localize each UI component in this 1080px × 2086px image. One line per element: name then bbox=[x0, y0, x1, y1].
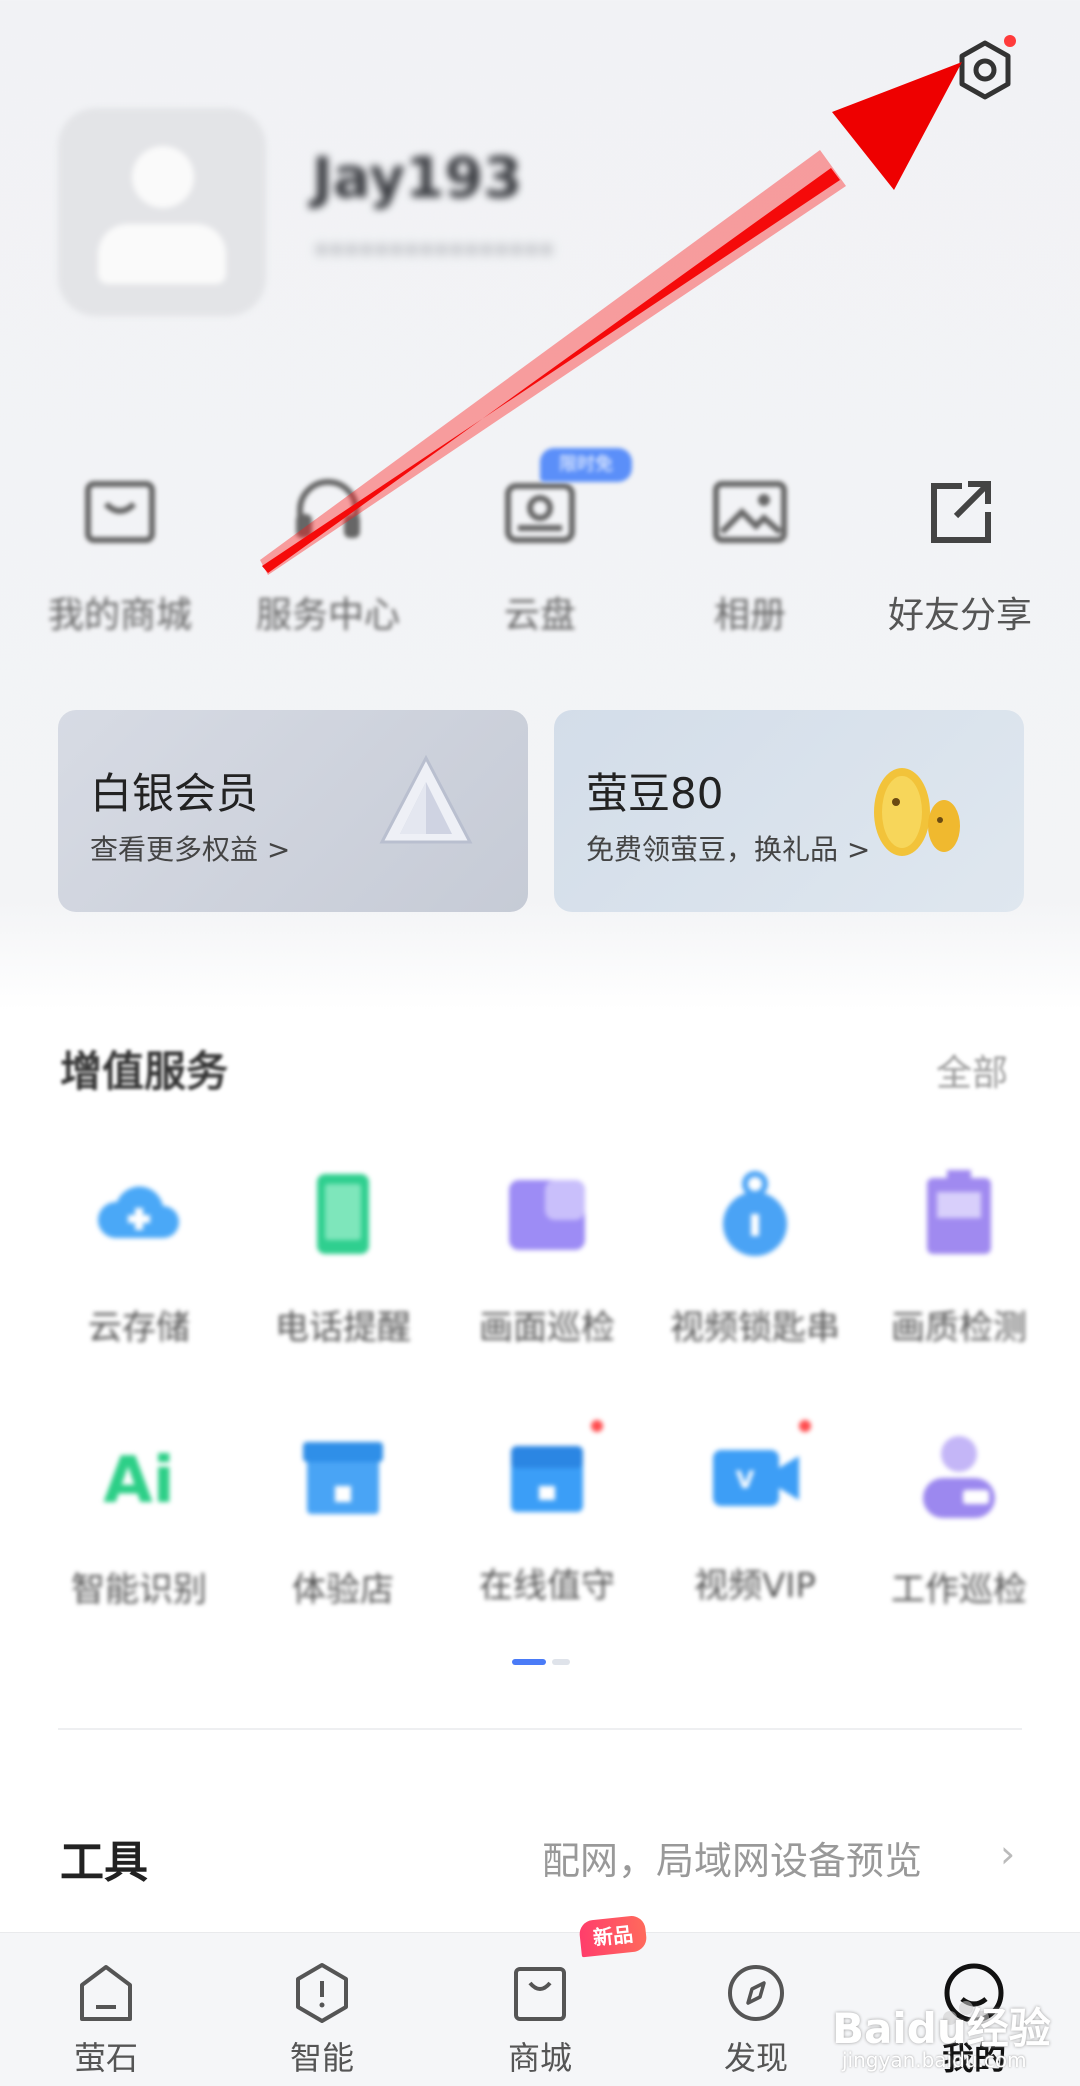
service-screen-check[interactable]: 画面巡检 bbox=[444, 1166, 650, 1349]
service-ai-recognition[interactable]: Ai 智能识别 bbox=[36, 1428, 242, 1611]
service-label: 工作巡检 bbox=[891, 1570, 1027, 1610]
promo-badge: 限时免 bbox=[540, 448, 632, 482]
quick-action-cloud-disk[interactable]: 云盘 bbox=[452, 470, 628, 638]
home-icon bbox=[80, 1965, 132, 2021]
tools-title[interactable]: 工具 bbox=[60, 1826, 148, 1890]
user-account: **************** bbox=[314, 238, 554, 273]
service-video-key[interactable]: 视频锁匙串 bbox=[652, 1166, 858, 1349]
tab-home[interactable]: 萤石 bbox=[36, 1961, 176, 2079]
shop-bag-icon bbox=[514, 1967, 566, 2021]
cloud-disk-icon bbox=[505, 483, 575, 543]
divider bbox=[58, 1728, 1022, 1730]
cloud-storage-icon bbox=[97, 1186, 179, 1238]
tab-shop[interactable]: 商城 bbox=[470, 1961, 610, 2079]
view-all-link[interactable]: 全部 bbox=[936, 1044, 1008, 1096]
service-cloud-storage[interactable]: 云存储 bbox=[36, 1166, 242, 1349]
service-label: 在线值守 bbox=[479, 1566, 615, 1606]
service-work-inspection[interactable]: 工作巡检 bbox=[856, 1428, 1062, 1611]
phone-icon bbox=[317, 1174, 369, 1254]
quick-action-share[interactable]: 好友分享 bbox=[872, 470, 1048, 638]
screen-check-icon bbox=[509, 1180, 585, 1250]
user-name[interactable]: Jay193 bbox=[312, 146, 522, 211]
smart-icon bbox=[296, 1963, 348, 2023]
watermark-url: jingyan.baidu.com bbox=[842, 2048, 1027, 2072]
online-guard-icon bbox=[499, 1420, 603, 1524]
notification-dot bbox=[1004, 35, 1016, 47]
member-card[interactable]: 白银会员 查看更多权益 > bbox=[58, 710, 528, 912]
settings-button[interactable] bbox=[950, 35, 1020, 105]
video-key-icon bbox=[723, 1171, 787, 1256]
quality-check-icon bbox=[927, 1170, 991, 1254]
service-label: 画面巡检 bbox=[479, 1308, 615, 1348]
tools-description[interactable]: 配网，局域网设备预览 bbox=[542, 1830, 922, 1885]
headset-icon bbox=[296, 479, 360, 538]
store-icon bbox=[303, 1442, 383, 1514]
service-quality-check[interactable]: 画质检测 bbox=[856, 1166, 1062, 1349]
album-icon bbox=[713, 481, 787, 543]
member-card-subtitle: 查看更多权益 > bbox=[90, 833, 291, 866]
mall-icon bbox=[85, 481, 155, 543]
share-icon bbox=[931, 481, 991, 543]
svg-text:V: V bbox=[736, 1466, 755, 1494]
tab-label: 发现 bbox=[723, 2039, 788, 2077]
new-product-badge: 新品 bbox=[578, 1914, 648, 1958]
quick-action-mall[interactable]: 我的商城 bbox=[32, 470, 208, 638]
service-experience-store[interactable]: 体验店 bbox=[240, 1428, 446, 1611]
member-card-title: 白银会员 bbox=[90, 769, 259, 818]
video-vip-icon: V bbox=[707, 1420, 811, 1524]
watermark-text: Baidu经验 bbox=[832, 2004, 1051, 2053]
svg-text:Ai: Ai bbox=[103, 1444, 174, 1518]
service-online-guard[interactable]: 在线值守 bbox=[444, 1420, 650, 1607]
tab-label: 商城 bbox=[507, 2039, 572, 2077]
work-inspect-icon bbox=[923, 1436, 995, 1518]
tab-label: 萤石 bbox=[73, 2039, 138, 2077]
chevron-right-icon[interactable]: › bbox=[1000, 1832, 1015, 1876]
tab-label: 智能 bbox=[289, 2039, 354, 2077]
quick-action-label: 我的商城 bbox=[47, 595, 192, 636]
compass-icon bbox=[728, 1965, 784, 2021]
beans-icon bbox=[874, 768, 960, 856]
service-label: 视频锁匙串 bbox=[670, 1308, 840, 1348]
beans-card-title: 萤豆80 bbox=[586, 769, 724, 818]
service-label: 画质检测 bbox=[891, 1308, 1027, 1348]
service-label: 云存储 bbox=[88, 1308, 190, 1348]
quick-action-service[interactable]: 服务中心 bbox=[240, 470, 416, 638]
ai-icon: Ai bbox=[103, 1444, 174, 1518]
service-label: 体验店 bbox=[292, 1570, 394, 1610]
quick-action-label: 服务中心 bbox=[255, 595, 400, 636]
service-label: 视频VIP bbox=[694, 1566, 816, 1606]
silver-triangle-icon bbox=[379, 754, 473, 844]
service-phone-reminder[interactable]: 电话提醒 bbox=[240, 1166, 446, 1349]
service-label: 智能识别 bbox=[71, 1570, 207, 1610]
quick-action-label: 好友分享 bbox=[887, 595, 1032, 636]
beans-card[interactable]: 萤豆80 免费领萤豆，换礼品 > bbox=[554, 710, 1024, 912]
avatar[interactable] bbox=[58, 108, 266, 316]
section-title-value-services: 增值服务 bbox=[60, 1047, 229, 1096]
tab-discover[interactable]: 发现 bbox=[686, 1961, 826, 2079]
beans-card-subtitle: 免费领萤豆，换礼品 > bbox=[586, 833, 871, 866]
quick-action-label: 云盘 bbox=[503, 595, 576, 636]
quick-action-label: 相册 bbox=[713, 595, 786, 636]
tab-smart[interactable]: 智能 bbox=[252, 1961, 392, 2079]
quick-action-album[interactable]: 相册 bbox=[662, 470, 838, 638]
page-indicator bbox=[512, 1659, 574, 1665]
service-video-vip[interactable]: V 视频VIP bbox=[652, 1420, 858, 1607]
service-label: 电话提醒 bbox=[275, 1308, 411, 1348]
